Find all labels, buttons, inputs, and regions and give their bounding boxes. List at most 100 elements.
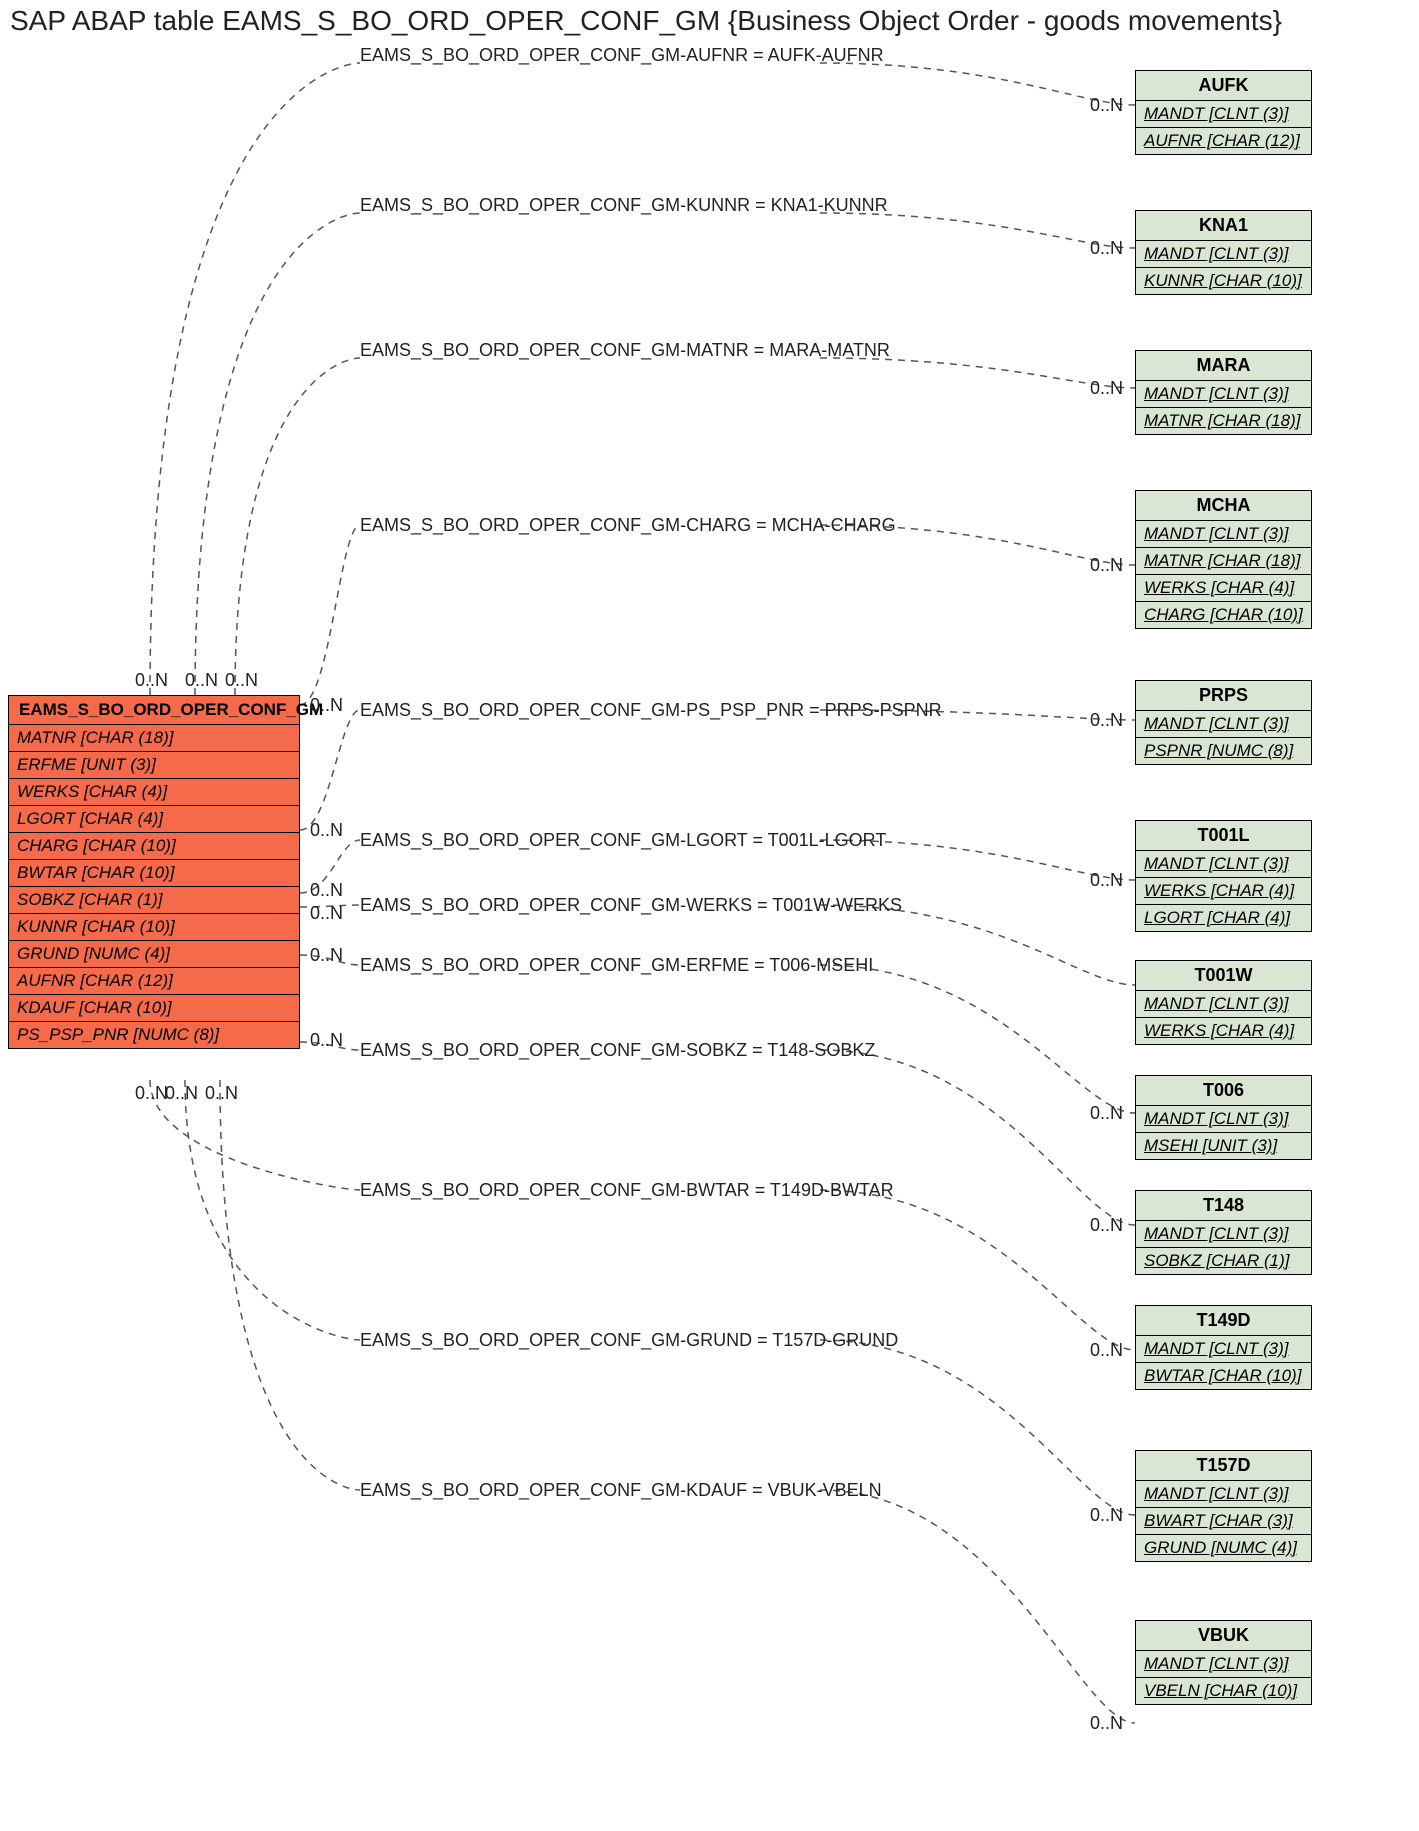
- relationship-label: EAMS_S_BO_ORD_OPER_CONF_GM-GRUND = T157D…: [360, 1330, 898, 1351]
- cardinality-target: 0..N: [1090, 1215, 1123, 1236]
- target-entity-header: AUFK: [1136, 71, 1311, 101]
- target-field: WERKS [CHAR (4)]: [1136, 878, 1311, 905]
- target-field: MANDT [CLNT (3)]: [1136, 381, 1311, 408]
- target-field: GRUND [NUMC (4)]: [1136, 1535, 1311, 1561]
- relationship-label: EAMS_S_BO_ORD_OPER_CONF_GM-WERKS = T001W…: [360, 895, 902, 916]
- target-field: WERKS [CHAR (4)]: [1136, 575, 1311, 602]
- target-entity-header: T148: [1136, 1191, 1311, 1221]
- cardinality-mid-2: 0..N: [310, 880, 343, 901]
- cardinality-target: 0..N: [1090, 870, 1123, 891]
- main-field: CHARG [CHAR (10)]: [9, 833, 299, 860]
- target-entity-T157D: T157DMANDT [CLNT (3)]BWART [CHAR (3)]GRU…: [1135, 1450, 1312, 1562]
- relationship-label: EAMS_S_BO_ORD_OPER_CONF_GM-SOBKZ = T148-…: [360, 1040, 875, 1061]
- target-entity-header: T149D: [1136, 1306, 1311, 1336]
- cardinality-target: 0..N: [1090, 1103, 1123, 1124]
- target-field: SOBKZ [CHAR (1)]: [1136, 1248, 1311, 1274]
- main-field: KUNNR [CHAR (10)]: [9, 914, 299, 941]
- target-field: WERKS [CHAR (4)]: [1136, 1018, 1311, 1044]
- target-entity-header: PRPS: [1136, 681, 1311, 711]
- relationship-label: EAMS_S_BO_ORD_OPER_CONF_GM-AUFNR = AUFK-…: [360, 45, 884, 66]
- cardinality-target: 0..N: [1090, 95, 1123, 116]
- cardinality-mid-4: 0..N: [310, 945, 343, 966]
- main-field: GRUND [NUMC (4)]: [9, 941, 299, 968]
- cardinality-top-2: 0..N: [225, 670, 258, 691]
- target-entity-KNA1: KNA1MANDT [CLNT (3)]KUNNR [CHAR (10)]: [1135, 210, 1312, 295]
- cardinality-target: 0..N: [1090, 1713, 1123, 1734]
- main-field: BWTAR [CHAR (10)]: [9, 860, 299, 887]
- target-field: MANDT [CLNT (3)]: [1136, 1651, 1311, 1678]
- target-entity-header: T157D: [1136, 1451, 1311, 1481]
- relationship-label: EAMS_S_BO_ORD_OPER_CONF_GM-KDAUF = VBUK-…: [360, 1480, 882, 1501]
- target-field: VBELN [CHAR (10)]: [1136, 1678, 1311, 1704]
- main-entity-header: EAMS_S_BO_ORD_OPER_CONF_GM: [9, 696, 299, 725]
- cardinality-target: 0..N: [1090, 1340, 1123, 1361]
- target-field: KUNNR [CHAR (10)]: [1136, 268, 1311, 294]
- target-entity-PRPS: PRPSMANDT [CLNT (3)]PSPNR [NUMC (8)]: [1135, 680, 1312, 765]
- main-field: ERFME [UNIT (3)]: [9, 752, 299, 779]
- main-field: PS_PSP_PNR [NUMC (8)]: [9, 1022, 299, 1048]
- main-field: WERKS [CHAR (4)]: [9, 779, 299, 806]
- cardinality-target: 0..N: [1090, 378, 1123, 399]
- target-entity-T149D: T149DMANDT [CLNT (3)]BWTAR [CHAR (10)]: [1135, 1305, 1312, 1390]
- cardinality-bot-2: 0..N: [205, 1083, 238, 1104]
- target-field: CHARG [CHAR (10)]: [1136, 602, 1311, 628]
- cardinality-target: 0..N: [1090, 238, 1123, 259]
- target-entity-T148: T148MANDT [CLNT (3)]SOBKZ [CHAR (1)]: [1135, 1190, 1312, 1275]
- cardinality-top-0: 0..N: [135, 670, 168, 691]
- cardinality-mid-1: 0..N: [310, 820, 343, 841]
- target-field: MSEHI [UNIT (3)]: [1136, 1133, 1311, 1159]
- target-entity-T006: T006MANDT [CLNT (3)]MSEHI [UNIT (3)]: [1135, 1075, 1312, 1160]
- target-entity-header: T001W: [1136, 961, 1311, 991]
- cardinality-target: 0..N: [1090, 555, 1123, 576]
- target-field: BWART [CHAR (3)]: [1136, 1508, 1311, 1535]
- main-field: LGORT [CHAR (4)]: [9, 806, 299, 833]
- cardinality-target: 0..N: [1090, 710, 1123, 731]
- target-field: MATNR [CHAR (18)]: [1136, 548, 1311, 575]
- target-entity-header: MCHA: [1136, 491, 1311, 521]
- target-field: MANDT [CLNT (3)]: [1136, 1336, 1311, 1363]
- relationship-label: EAMS_S_BO_ORD_OPER_CONF_GM-ERFME = T006-…: [360, 955, 873, 976]
- target-field: BWTAR [CHAR (10)]: [1136, 1363, 1311, 1389]
- cardinality-mid-5: 0..N: [310, 1030, 343, 1051]
- target-entity-T001L: T001LMANDT [CLNT (3)]WERKS [CHAR (4)]LGO…: [1135, 820, 1312, 932]
- cardinality-mid-3: 0..N: [310, 903, 343, 924]
- target-entity-T001W: T001WMANDT [CLNT (3)]WERKS [CHAR (4)]: [1135, 960, 1312, 1045]
- target-field: MANDT [CLNT (3)]: [1136, 1106, 1311, 1133]
- main-field: MATNR [CHAR (18)]: [9, 725, 299, 752]
- main-entity-table: EAMS_S_BO_ORD_OPER_CONF_GM MATNR [CHAR (…: [8, 695, 300, 1049]
- relationship-label: EAMS_S_BO_ORD_OPER_CONF_GM-MATNR = MARA-…: [360, 340, 890, 361]
- target-entity-header: T006: [1136, 1076, 1311, 1106]
- relationship-label: EAMS_S_BO_ORD_OPER_CONF_GM-LGORT = T001L…: [360, 830, 886, 851]
- target-entity-MARA: MARAMANDT [CLNT (3)]MATNR [CHAR (18)]: [1135, 350, 1312, 435]
- main-field: KDAUF [CHAR (10)]: [9, 995, 299, 1022]
- main-field: SOBKZ [CHAR (1)]: [9, 887, 299, 914]
- main-field: AUFNR [CHAR (12)]: [9, 968, 299, 995]
- cardinality-bot-0: 0..N: [135, 1083, 168, 1104]
- target-field: MANDT [CLNT (3)]: [1136, 1221, 1311, 1248]
- target-field: MATNR [CHAR (18)]: [1136, 408, 1311, 434]
- target-field: MANDT [CLNT (3)]: [1136, 991, 1311, 1018]
- target-field: AUFNR [CHAR (12)]: [1136, 128, 1311, 154]
- target-entity-header: MARA: [1136, 351, 1311, 381]
- target-entity-header: T001L: [1136, 821, 1311, 851]
- relationship-label: EAMS_S_BO_ORD_OPER_CONF_GM-BWTAR = T149D…: [360, 1180, 894, 1201]
- target-entity-header: VBUK: [1136, 1621, 1311, 1651]
- relationship-label: EAMS_S_BO_ORD_OPER_CONF_GM-KUNNR = KNA1-…: [360, 195, 888, 216]
- cardinality-bot-1: 0..N: [165, 1083, 198, 1104]
- target-field: MANDT [CLNT (3)]: [1136, 1481, 1311, 1508]
- target-field: MANDT [CLNT (3)]: [1136, 101, 1311, 128]
- relationship-label: EAMS_S_BO_ORD_OPER_CONF_GM-PS_PSP_PNR = …: [360, 700, 942, 721]
- cardinality-target: 0..N: [1090, 1505, 1123, 1526]
- target-entity-header: KNA1: [1136, 211, 1311, 241]
- target-field: MANDT [CLNT (3)]: [1136, 241, 1311, 268]
- target-entity-VBUK: VBUKMANDT [CLNT (3)]VBELN [CHAR (10)]: [1135, 1620, 1312, 1705]
- target-field: MANDT [CLNT (3)]: [1136, 521, 1311, 548]
- relationship-label: EAMS_S_BO_ORD_OPER_CONF_GM-CHARG = MCHA-…: [360, 515, 896, 536]
- target-field: PSPNR [NUMC (8)]: [1136, 738, 1311, 764]
- cardinality-top-1: 0..N: [185, 670, 218, 691]
- target-entity-AUFK: AUFKMANDT [CLNT (3)]AUFNR [CHAR (12)]: [1135, 70, 1312, 155]
- target-field: MANDT [CLNT (3)]: [1136, 711, 1311, 738]
- cardinality-mid-0: 0..N: [310, 695, 343, 716]
- target-field: MANDT [CLNT (3)]: [1136, 851, 1311, 878]
- target-field: LGORT [CHAR (4)]: [1136, 905, 1311, 931]
